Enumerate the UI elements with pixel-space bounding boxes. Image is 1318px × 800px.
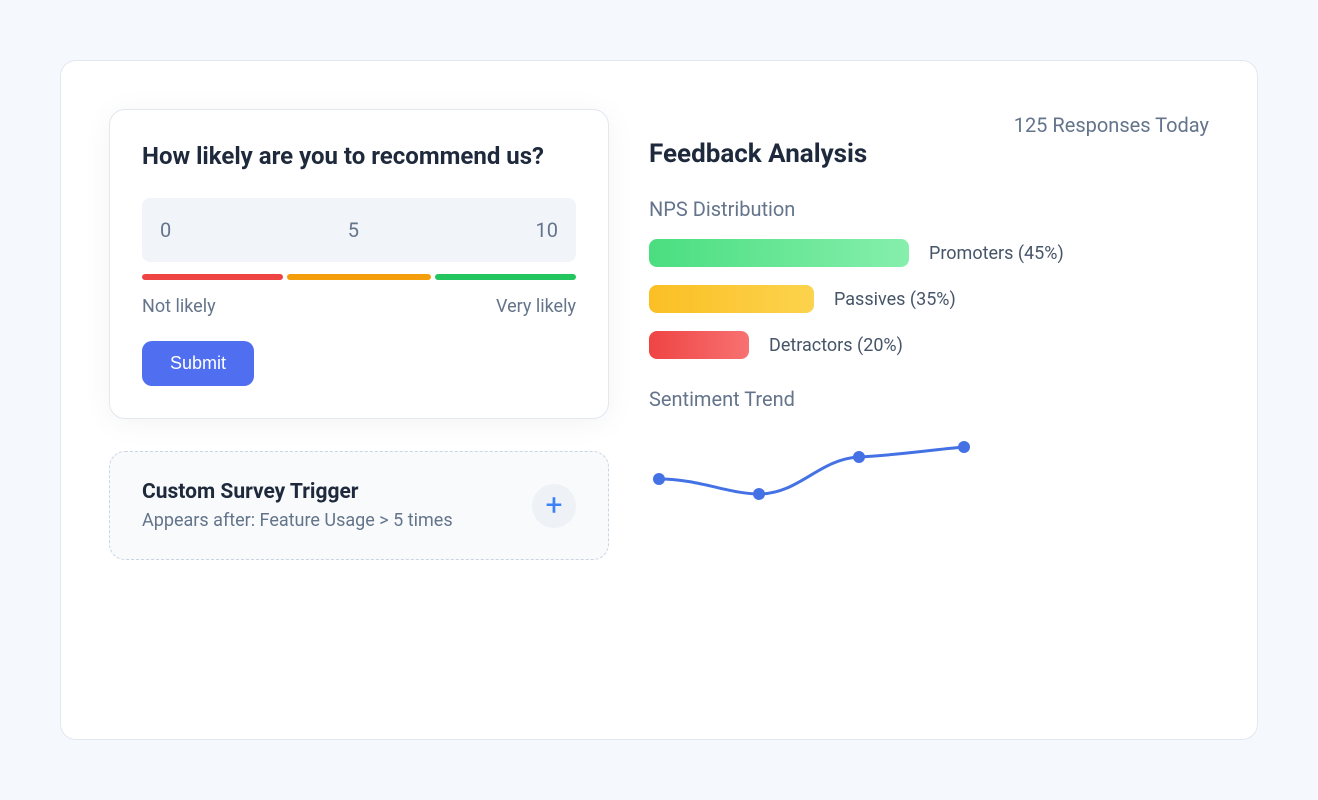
analysis-title: Feedback Analysis xyxy=(649,139,1209,169)
sentiment-trend-label: Sentiment Trend xyxy=(649,387,1209,411)
sentiment-section: Sentiment Trend xyxy=(649,387,1209,513)
scale-segment-passives xyxy=(287,274,432,280)
scale-max: 10 xyxy=(536,218,558,242)
scale-segment-detractors xyxy=(142,274,283,280)
trigger-subtitle: Appears after: Feature Usage > 5 times xyxy=(142,510,453,531)
nps-distribution-chart: Promoters (45%) Passives (35%) Detractor… xyxy=(649,239,1209,359)
responses-today-badge: 125 Responses Today xyxy=(1014,113,1209,137)
nps-survey-card: How likely are you to recommend us? 0 5 … xyxy=(109,109,609,419)
responses-today-text: 125 Responses Today xyxy=(1014,113,1209,137)
scale-high-label: Very likely xyxy=(496,296,576,317)
passives-bar xyxy=(649,285,814,313)
trigger-text-group: Custom Survey Trigger Appears after: Fea… xyxy=(142,480,453,531)
columns-layout: How likely are you to recommend us? 0 5 … xyxy=(109,109,1209,560)
detractors-label: Detractors (20%) xyxy=(769,335,903,356)
scale-end-labels: Not likely Very likely xyxy=(142,296,576,317)
dashboard-panel: 125 Responses Today How likely are you t… xyxy=(60,60,1258,740)
dist-row-passives: Passives (35%) xyxy=(649,285,1209,313)
sentiment-trend-chart xyxy=(649,439,979,509)
sentiment-point-1 xyxy=(653,473,665,485)
promoters-label: Promoters (45%) xyxy=(929,243,1064,264)
sentiment-point-4 xyxy=(958,441,970,453)
dist-row-promoters: Promoters (45%) xyxy=(649,239,1209,267)
scale-min: 0 xyxy=(160,218,171,242)
plus-icon: + xyxy=(545,488,562,523)
left-column: How likely are you to recommend us? 0 5 … xyxy=(109,109,609,560)
nps-distribution-label: NPS Distribution xyxy=(649,197,1209,221)
passives-label: Passives (35%) xyxy=(834,289,956,310)
scale-mid: 5 xyxy=(348,218,359,242)
submit-button[interactable]: Submit xyxy=(142,341,254,386)
promoters-bar xyxy=(649,239,909,267)
detractors-bar xyxy=(649,331,749,359)
add-trigger-button[interactable]: + xyxy=(532,484,576,528)
custom-trigger-card: Custom Survey Trigger Appears after: Fea… xyxy=(109,451,609,560)
sentiment-point-2 xyxy=(753,488,765,500)
trigger-title: Custom Survey Trigger xyxy=(142,480,453,504)
dist-row-detractors: Detractors (20%) xyxy=(649,331,1209,359)
right-column: Feedback Analysis NPS Distribution Promo… xyxy=(649,109,1209,560)
scale-color-segments xyxy=(142,274,576,280)
scale-low-label: Not likely xyxy=(142,296,216,317)
scale-segment-promoters xyxy=(435,274,576,280)
nps-scale-track[interactable]: 0 5 10 xyxy=(142,198,576,262)
survey-question: How likely are you to recommend us? xyxy=(142,142,576,170)
sentiment-point-3 xyxy=(853,451,865,463)
